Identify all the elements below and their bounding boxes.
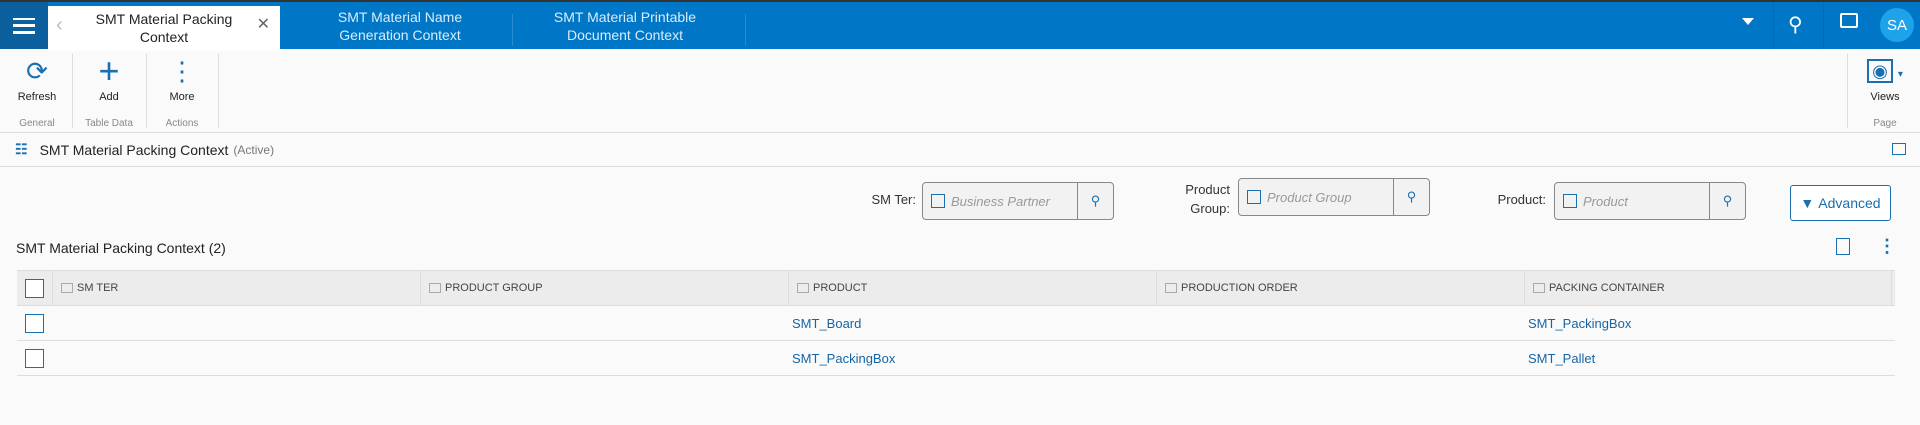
- chat-icon[interactable]: [1840, 13, 1858, 28]
- cell-sm-ter: [52, 306, 420, 340]
- group-label-general: General: [19, 118, 55, 129]
- cell-production-order: [1156, 306, 1524, 340]
- column-header-product[interactable]: PRODUCT: [788, 271, 1156, 305]
- row-checkbox[interactable]: [25, 348, 44, 368]
- product-label: Product:: [1497, 192, 1546, 207]
- eye-icon: ◉ ▾: [1850, 57, 1920, 85]
- column-header-product-group[interactable]: PRODUCT GROUP: [420, 271, 788, 305]
- cell-production-order: [1156, 341, 1524, 375]
- columns-icon[interactable]: [1836, 238, 1850, 255]
- more-button[interactable]: ⋮ More: [147, 57, 217, 103]
- context-status: (Active): [233, 142, 275, 157]
- column-header-sm-ter[interactable]: SM TER: [52, 271, 420, 305]
- filter-icon: ▼: [1800, 195, 1815, 211]
- table-more-icon[interactable]: ⋮: [1878, 236, 1896, 257]
- tabs-dropdown-icon[interactable]: [1742, 18, 1754, 25]
- close-icon[interactable]: ✕: [257, 16, 270, 34]
- tab-divider: [512, 14, 513, 46]
- tab-smt-material-name-generation-context[interactable]: SMT Material Name Generation Context: [320, 8, 480, 48]
- cell-packing-container-link[interactable]: SMT_Pallet: [1524, 341, 1892, 375]
- label: More: [169, 91, 195, 103]
- context-icon: ☷: [15, 141, 28, 157]
- sm-ter-label: SM Ter:: [871, 192, 916, 207]
- product-icon: [1563, 194, 1577, 208]
- tab-smt-material-packing-context[interactable]: ‹ SMT Material Packing Context ✕: [48, 6, 280, 51]
- context-title: SMT Material Packing Context: [39, 141, 229, 158]
- table-header: SM TER PRODUCT GROUP PRODUCT PRODUCTION …: [17, 270, 1895, 306]
- collapse-icon[interactable]: [1892, 143, 1906, 155]
- plus-icon: +: [98, 50, 120, 91]
- top-bar: ‹ SMT Material Packing Context ✕ SMT Mat…: [0, 0, 1920, 51]
- product-input[interactable]: Product ⚲: [1554, 182, 1746, 220]
- toolbar: ⟳ Refresh General + Add Table Data ⋮ More A…: [0, 49, 1920, 133]
- label: PRODUCT GROUP: [445, 282, 543, 294]
- tab-label: SMT Material Packing Context: [95, 11, 233, 45]
- advanced-button[interactable]: ▼ Advanced: [1790, 185, 1891, 221]
- chevron-left-icon[interactable]: ‹: [56, 15, 63, 35]
- placeholder: Product Group: [1267, 189, 1352, 205]
- cell-packing-container-link[interactable]: SMT_PackingBox: [1524, 306, 1892, 340]
- table-row: SMT_Board SMT_PackingBox: [17, 306, 1895, 341]
- avatar[interactable]: SA: [1880, 8, 1914, 42]
- views-button[interactable]: ◉ ▾ Views: [1850, 57, 1920, 103]
- select-all-checkbox[interactable]: [25, 278, 44, 298]
- context-bar: ☷ SMT Material Packing Context (Active): [0, 133, 1920, 167]
- data-table: SM TER PRODUCT GROUP PRODUCT PRODUCTION …: [17, 270, 1895, 376]
- group-label-actions: Actions: [165, 118, 199, 129]
- refresh-icon: ⟳: [26, 56, 48, 86]
- placeholder: Business Partner: [951, 193, 1050, 209]
- cell-product-link[interactable]: SMT_PackingBox: [788, 341, 1156, 375]
- label: PRODUCTION ORDER: [1181, 282, 1298, 294]
- search-icon[interactable]: ⚲: [1788, 12, 1803, 37]
- add-button[interactable]: + Add: [74, 50, 144, 104]
- label: PACKING CONTAINER: [1549, 282, 1665, 294]
- cell-product-link[interactable]: SMT_Board: [788, 306, 1156, 340]
- search-icon[interactable]: ⚲: [1077, 183, 1113, 219]
- cell-product-group: [420, 341, 788, 375]
- search-icon[interactable]: ⚲: [1709, 183, 1745, 219]
- menu-button[interactable]: [0, 2, 48, 49]
- placeholder: Product: [1583, 193, 1628, 209]
- label: Add: [99, 91, 119, 103]
- group-label-table-data: Table Data: [85, 118, 133, 129]
- refresh-button[interactable]: ⟳ Refresh: [2, 57, 72, 103]
- label: SM TER: [77, 282, 119, 294]
- label: Advanced: [1818, 195, 1881, 211]
- more-vertical-icon: ⋮: [169, 56, 195, 86]
- product-group-icon: [1247, 190, 1261, 204]
- business-partner-icon: [931, 194, 945, 208]
- hamburger-icon: [13, 17, 35, 34]
- table-row: SMT_PackingBox SMT_Pallet: [17, 341, 1895, 376]
- group-label-page: Page: [1873, 118, 1897, 129]
- label: PRODUCT: [813, 282, 868, 294]
- row-checkbox[interactable]: [25, 313, 44, 333]
- search-icon[interactable]: ⚲: [1393, 179, 1429, 215]
- product-group-input[interactable]: Product Group ⚲: [1238, 178, 1430, 216]
- label: Refresh: [17, 91, 57, 103]
- label: Views: [1870, 91, 1900, 103]
- column-header-production-order[interactable]: PRODUCTION ORDER: [1156, 271, 1524, 305]
- tab-divider: [745, 14, 746, 46]
- cell-product-group: [420, 306, 788, 340]
- product-group-label: Product Group:: [1185, 182, 1230, 216]
- tab-smt-material-printable-document-context[interactable]: SMT Material Printable Document Context: [545, 8, 705, 48]
- sm-ter-input[interactable]: Business Partner ⚲: [922, 182, 1114, 220]
- cell-sm-ter: [52, 341, 420, 375]
- column-header-packing-container[interactable]: PACKING CONTAINER: [1524, 271, 1892, 305]
- table-title: SMT Material Packing Context (2): [16, 240, 226, 256]
